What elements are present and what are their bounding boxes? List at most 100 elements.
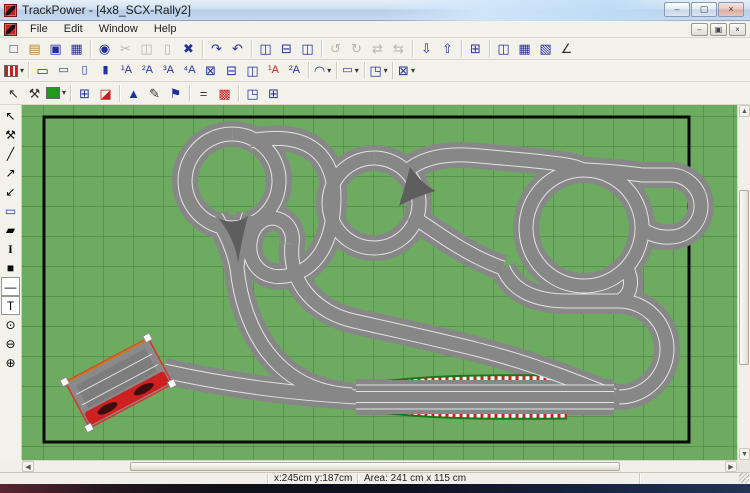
rectangle-tool-icon[interactable]: ▭ [1, 201, 20, 220]
scroll-up-button[interactable]: ▲ [739, 105, 750, 117]
horizontal-scroll-thumb[interactable] [130, 462, 620, 471]
ruler-toggle-icon[interactable]: ◪ [95, 84, 116, 103]
measure-icon[interactable]: ∠ [556, 39, 577, 58]
dropdown-arrow-icon: ▾ [327, 65, 332, 75]
resize-grip[interactable] [739, 473, 749, 483]
fit-view-icon[interactable]: ⊞ [263, 84, 284, 103]
menu-file[interactable]: File [22, 22, 56, 36]
small-parts-menu[interactable]: ▭ ▾ [340, 61, 361, 80]
line-style-button[interactable]: — [1, 277, 20, 296]
scroll-down-button[interactable]: ▼ [739, 448, 750, 460]
undo-icon[interactable]: ↶ [227, 39, 248, 58]
scroll-right-button[interactable]: ▶ [725, 461, 737, 472]
straight-quarter-icon[interactable]: ▯ [74, 61, 95, 80]
cascade-windows-icon[interactable]: ◫ [255, 39, 276, 58]
rotate-right-icon[interactable]: ↻ [346, 39, 367, 58]
curve-3a-icon[interactable]: ³A [158, 61, 179, 80]
menu-help[interactable]: Help [146, 22, 185, 36]
lane-lines-icon[interactable]: = [193, 84, 214, 103]
straight-full-icon[interactable]: ▭ [32, 61, 53, 80]
curve-1a-icon[interactable]: ¹A [116, 61, 137, 80]
dropdown-arrow-icon: ▾ [410, 65, 415, 75]
menu-bar: File Edit Window Help – ▣ × [0, 21, 750, 38]
arrow-tool-icon[interactable]: ↗ [1, 163, 20, 182]
toolbar-separator [238, 84, 240, 102]
scroll-left-button[interactable]: ◀ [22, 461, 34, 472]
paste-icon[interactable]: ▯ [157, 39, 178, 58]
special-2a-icon[interactable]: ²A [284, 61, 305, 80]
paint-icon[interactable]: ✎ [144, 84, 165, 103]
windows-taskbar[interactable] [0, 484, 750, 493]
minimize-button[interactable]: – [664, 2, 690, 17]
open-file-icon[interactable]: ▤ [24, 39, 45, 58]
zoom-reset-icon[interactable]: ⊙ [1, 315, 20, 334]
surface-color-picker[interactable]: ▾ [45, 84, 67, 103]
maximize-button[interactable]: ▢ [691, 2, 717, 17]
print-icon[interactable]: ▦ [66, 39, 87, 58]
eraser-tool-icon[interactable]: ▰ [1, 220, 20, 239]
pointer-tool-icon[interactable]: ↖ [1, 106, 20, 125]
move-up-icon[interactable]: ⇧ [437, 39, 458, 58]
fill-color-swatch[interactable]: ■ [1, 258, 20, 277]
curve-2a-icon[interactable]: ²A [137, 61, 158, 80]
crossing-menu[interactable]: ⊠ ▾ [396, 61, 417, 80]
track-layout-svg[interactable] [22, 105, 737, 460]
crossing-icon[interactable]: ⊠ [200, 61, 221, 80]
horizontal-scrollbar[interactable]: ◀ ▶ [22, 460, 737, 472]
piece-list-icon[interactable]: ⊞ [465, 39, 486, 58]
flip-vertical-icon[interactable]: ⇆ [388, 39, 409, 58]
straight-eighth-icon[interactable]: ▮ [95, 61, 116, 80]
select-tool-icon[interactable]: ↖ [3, 84, 24, 103]
track-system-selector-swatch [4, 64, 18, 77]
grid-toggle-icon[interactable]: ⊞ [74, 84, 95, 103]
double-arrow-tool-icon[interactable]: ↙ [1, 182, 20, 201]
rotate-left-icon[interactable]: ↺ [325, 39, 346, 58]
tile-horizontal-icon[interactable]: ⊟ [276, 39, 297, 58]
title-bar[interactable]: TrackPower - [4x8_SCX-Rally2] – ▢ × [0, 0, 750, 21]
curve-menu[interactable]: ◠ ▾ [312, 61, 333, 80]
move-down-icon[interactable]: ⇩ [416, 39, 437, 58]
vertical-scroll-thumb[interactable] [739, 190, 749, 365]
cut-icon[interactable]: ✂ [115, 39, 136, 58]
elevation-icon[interactable]: ▲ [123, 84, 144, 103]
redo-icon[interactable]: ↷ [206, 39, 227, 58]
zoom-out-icon[interactable]: ⊖ [1, 334, 20, 353]
chicane-icon[interactable]: ⊟ [221, 61, 242, 80]
text-cursor-tool-icon[interactable]: I [1, 239, 20, 258]
new-file-icon[interactable]: □ [3, 39, 24, 58]
wrench-tool-icon[interactable]: ⚒ [1, 125, 20, 144]
border-menu[interactable]: ◳ ▾ [368, 61, 389, 80]
copy-icon[interactable]: ◫ [136, 39, 157, 58]
text-tool-icon[interactable]: T [1, 296, 20, 315]
flip-horizontal-icon[interactable]: ⇄ [367, 39, 388, 58]
vertical-scrollbar[interactable]: ▲ ▼ [737, 105, 750, 460]
menu-window[interactable]: Window [91, 22, 146, 36]
snapshot-icon[interactable]: ◉ [94, 39, 115, 58]
app-icon [4, 3, 17, 17]
close-button[interactable]: × [718, 2, 744, 17]
status-spacer [640, 473, 750, 484]
save-icon[interactable]: ▣ [45, 39, 66, 58]
parts-list-icon[interactable]: ◫ [493, 39, 514, 58]
line-tool-icon[interactable]: ╱ [1, 144, 20, 163]
mdi-minimize-button[interactable]: – [691, 23, 708, 36]
inventory-icon[interactable]: ▦ [514, 39, 535, 58]
track-system-selector[interactable]: ▾ [3, 61, 25, 80]
menu-edit[interactable]: Edit [56, 22, 91, 36]
toolbar-separator [392, 62, 394, 79]
curve-4a-icon[interactable]: ⁴A [179, 61, 200, 80]
report-icon[interactable]: ▧ [535, 39, 556, 58]
adjust-tool-icon[interactable]: ⚒ [24, 84, 45, 103]
lane-change-icon[interactable]: ◫ [242, 61, 263, 80]
mdi-restore-button[interactable]: ▣ [710, 23, 727, 36]
mdi-close-button[interactable]: × [729, 23, 746, 36]
flag-icon[interactable]: ⚑ [165, 84, 186, 103]
start-finish-icon[interactable]: ▩ [214, 84, 235, 103]
zoom-in-icon[interactable]: ⊕ [1, 353, 20, 372]
tile-vertical-icon[interactable]: ◫ [297, 39, 318, 58]
special-1a-icon[interactable]: ¹A [263, 61, 284, 80]
delete-icon[interactable]: ✖ [178, 39, 199, 58]
new-view-icon[interactable]: ◳ [242, 84, 263, 103]
straight-half-icon[interactable]: ▭ [53, 61, 74, 80]
track-canvas[interactable] [22, 105, 737, 460]
